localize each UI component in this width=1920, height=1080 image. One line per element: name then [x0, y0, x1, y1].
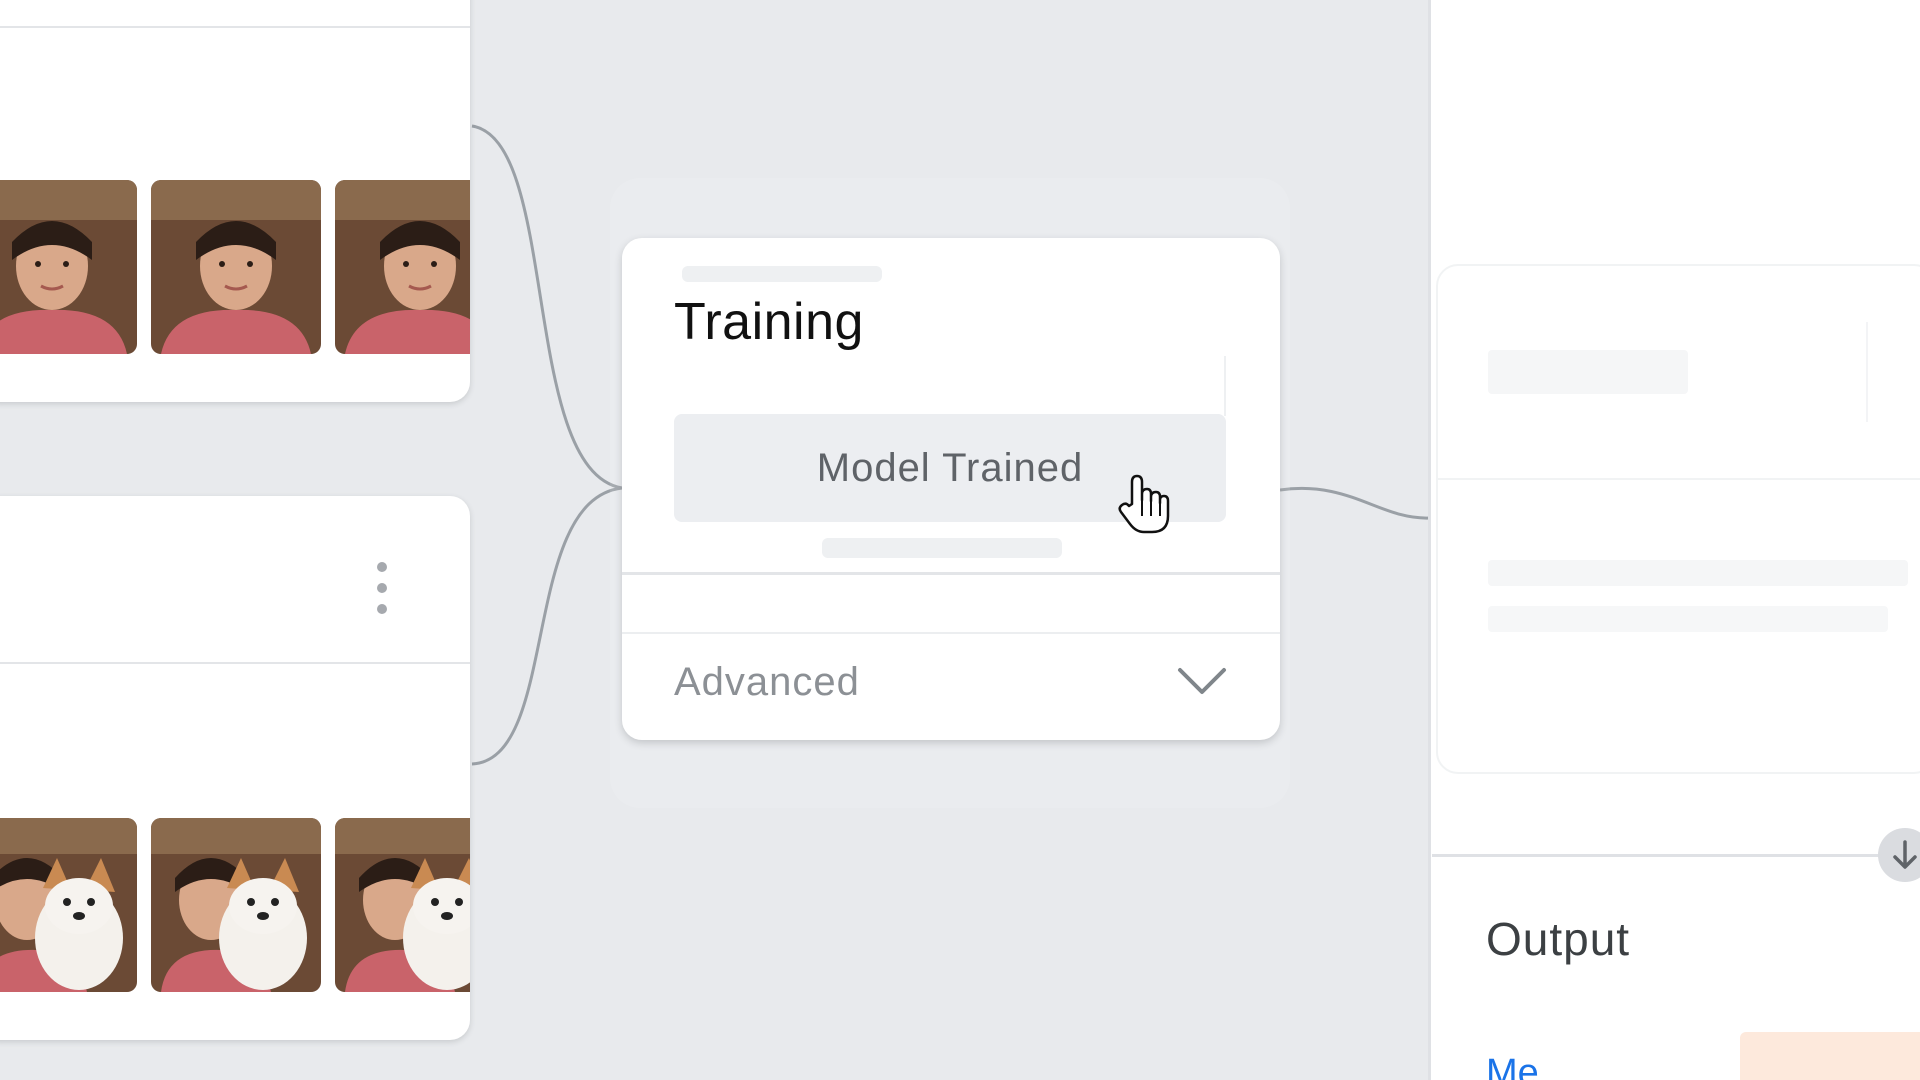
class-card-2 — [0, 496, 470, 1040]
connector-class1-to-training — [471, 124, 623, 490]
ghost-text — [682, 266, 882, 282]
sample-image[interactable] — [335, 818, 470, 992]
connector-training-to-preview — [1279, 487, 1431, 520]
ghost-text — [822, 538, 1062, 558]
card-divider — [0, 662, 470, 664]
panel-border — [1428, 0, 1431, 1080]
chevron-down-icon — [1178, 668, 1226, 694]
box-divider — [1438, 478, 1920, 480]
confidence-bar — [1740, 1032, 1920, 1080]
sample-image[interactable] — [0, 180, 137, 354]
sample-thumbnails — [0, 180, 470, 354]
output-class-label: Me — [1486, 1052, 1539, 1080]
sample-image[interactable] — [0, 818, 137, 992]
training-title: Training — [674, 293, 864, 351]
ghost-text — [1488, 560, 1908, 586]
advanced-toggle[interactable]: Advanced — [622, 634, 1280, 734]
output-title: Output — [1486, 913, 1631, 965]
card-divider — [0, 26, 470, 28]
output-divider — [1432, 854, 1920, 857]
ghost-button — [1866, 322, 1920, 422]
hand-pointer-icon — [1118, 474, 1170, 534]
training-divider — [622, 572, 1280, 575]
ghost-text — [1488, 350, 1688, 394]
ghost-border — [674, 356, 1226, 416]
kebab-menu-icon[interactable] — [372, 562, 392, 614]
sample-image[interactable] — [151, 180, 321, 354]
class-card-1 — [0, 0, 470, 402]
ghost-text — [1488, 606, 1888, 632]
sample-thumbnails — [0, 818, 470, 992]
connector-class2-to-training — [471, 486, 623, 766]
sample-image[interactable] — [151, 818, 321, 992]
advanced-label: Advanced — [674, 660, 860, 704]
training-panel: Training Model Trained Advanced — [622, 238, 1280, 740]
export-model-box — [1436, 264, 1920, 774]
sample-image[interactable] — [335, 180, 470, 354]
